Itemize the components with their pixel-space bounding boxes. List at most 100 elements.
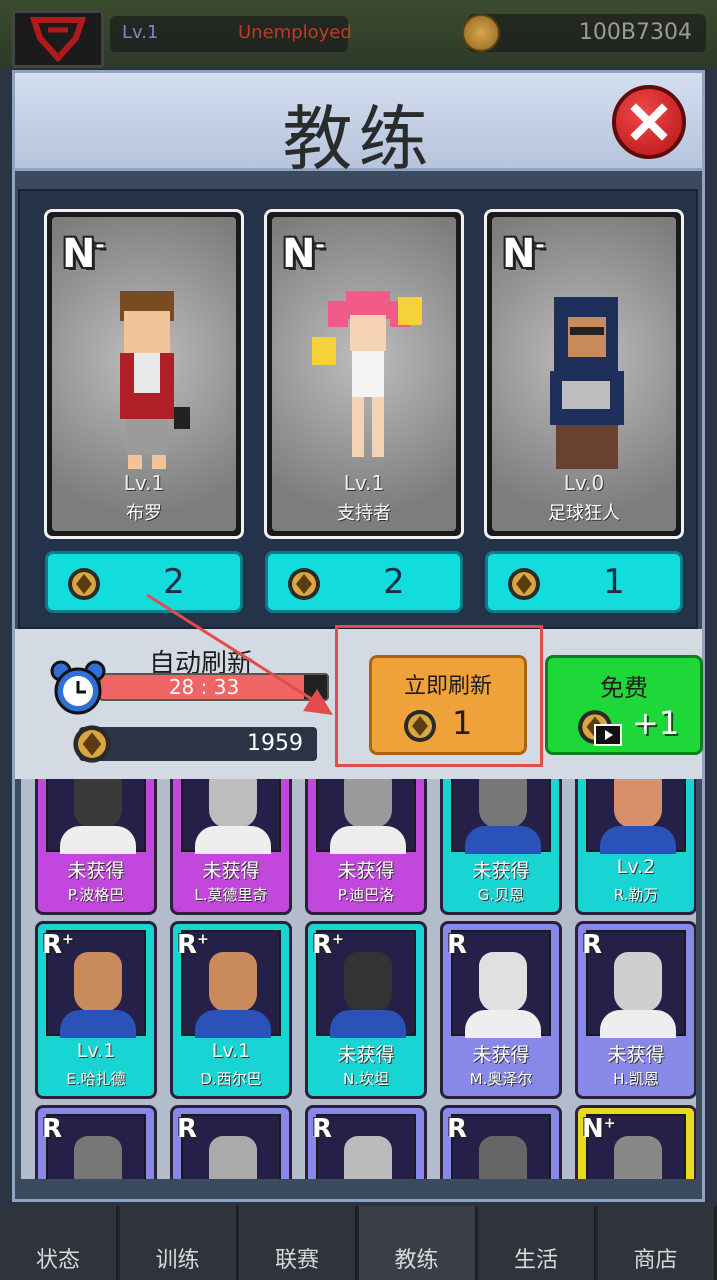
coach-collection-grid: 未获得 P.波格巴 未获得 L.莫德里奇 未获得 P.迪巴洛 未获得 G.贝恩 Lv.2 R.勒万… xyxy=(21,779,696,1179)
player-shoulders xyxy=(600,826,676,854)
player-face xyxy=(614,1136,662,1179)
rarity-badge: R xyxy=(582,930,603,960)
player-portrait xyxy=(586,779,686,854)
tab-0[interactable]: 状态 xyxy=(0,1206,118,1280)
modal-header: 教练 xyxy=(15,73,702,180)
coach-card-1[interactable]: N- Lv.1 布罗 xyxy=(44,209,244,539)
collection-card[interactable]: R+ Lv.1 D.西尔巴 xyxy=(170,921,292,1099)
rarity-badge: R xyxy=(42,1114,63,1144)
collection-card[interactable]: 未获得 P.波格巴 xyxy=(35,779,157,915)
bottom-tab-bar: 状态 训练 联赛 教练 生活 商店 xyxy=(0,1206,717,1280)
collection-card[interactable]: R+ Lv.1 E.哈扎德 xyxy=(35,921,157,1099)
card-player-name: M.奥泽尔 xyxy=(469,1070,533,1088)
video-ad-icon xyxy=(594,724,622,746)
card-status: 未获得 xyxy=(67,860,125,882)
close-button[interactable] xyxy=(612,85,686,159)
collection-card[interactable]: R xyxy=(170,1105,292,1179)
team-logo[interactable] xyxy=(12,10,104,68)
coach-card-2[interactable]: N- Lv.1 支持者 xyxy=(264,209,464,539)
tab-label: 状态 xyxy=(35,1248,80,1273)
collection-card[interactable]: R 未获得 M.奥泽尔 xyxy=(440,921,562,1099)
player-level: Lv.1 xyxy=(122,22,159,43)
tab-label: 联赛 xyxy=(274,1248,319,1273)
player-shoulders xyxy=(195,826,271,854)
coach-offer-area: N- Lv.1 布罗 N- Lv.1 支持者 N- Lv.0 足球狂人 2 2 … xyxy=(18,189,698,629)
player-face xyxy=(74,1136,122,1179)
rarity-badge: R+ xyxy=(177,930,209,960)
cash-pill: 100B7304 xyxy=(462,14,706,52)
coach-level: Lv.1 xyxy=(123,471,165,495)
collection-card[interactable]: N+ xyxy=(575,1105,696,1179)
tab-label: 商店 xyxy=(633,1248,678,1273)
card-player-name: R.勒万 xyxy=(613,886,659,904)
player-face xyxy=(479,1136,527,1179)
collection-card[interactable]: Lv.2 R.勒万 xyxy=(575,779,696,915)
card-status: Lv.2 xyxy=(616,856,656,878)
tab-label: 生活 xyxy=(513,1248,558,1273)
player-face xyxy=(344,779,392,828)
player-face xyxy=(479,779,527,828)
collection-card[interactable]: 未获得 G.贝恩 xyxy=(440,779,562,915)
tab-4[interactable]: 生活 xyxy=(478,1206,596,1280)
card-player-name: H.凯恩 xyxy=(613,1070,659,1088)
card-player-name: L.莫德里奇 xyxy=(194,886,268,904)
card-player-name: P.迪巴洛 xyxy=(337,886,395,904)
cash-value: 100B7304 xyxy=(578,20,692,45)
player-shoulders xyxy=(195,1010,271,1038)
player-shoulders xyxy=(330,1010,406,1038)
player-portrait xyxy=(46,779,146,854)
tab-3[interactable]: 教练 xyxy=(358,1206,477,1280)
card-status: 未获得 xyxy=(607,1044,665,1066)
gold-gem-icon xyxy=(508,568,540,600)
tab-5[interactable]: 商店 xyxy=(597,1206,716,1280)
collection-card[interactable]: R xyxy=(305,1105,427,1179)
rarity-badge: N- xyxy=(502,231,545,277)
player-face xyxy=(74,952,122,1012)
player-face xyxy=(479,952,527,1012)
rarity-badge: R xyxy=(312,1114,333,1144)
tab-label: 训练 xyxy=(155,1248,200,1273)
player-face xyxy=(344,952,392,1012)
hire-coach-3-button[interactable]: 1 xyxy=(485,551,683,613)
rarity-badge: R+ xyxy=(42,930,74,960)
coach-card-3[interactable]: N- Lv.0 足球狂人 xyxy=(484,209,684,539)
player-face xyxy=(344,1136,392,1179)
free-reward: +1 xyxy=(632,704,680,742)
coach-avatar-bro xyxy=(120,291,190,469)
coach-name: 布罗 xyxy=(126,503,162,524)
modal-title: 教练 xyxy=(282,98,435,180)
rarity-badge: N- xyxy=(282,231,325,277)
card-player-name: D.西尔巴 xyxy=(200,1070,262,1088)
collection-card[interactable]: 未获得 L.莫德里奇 xyxy=(170,779,292,915)
rarity-badge: R xyxy=(447,1114,468,1144)
collection-card[interactable]: R 未获得 H.凯恩 xyxy=(575,921,696,1099)
coach-avatar-supporter xyxy=(312,291,422,457)
top-status-bar: Lv.1 Unemployed 100B7304 xyxy=(0,0,717,68)
card-status: 未获得 xyxy=(472,860,530,882)
gem-balance: 1959 xyxy=(247,731,303,756)
tab-1[interactable]: 训练 xyxy=(119,1206,238,1280)
player-shoulders xyxy=(600,1010,676,1038)
collection-card[interactable]: R+ 未获得 N.坎坦 xyxy=(305,921,427,1099)
free-refresh-button[interactable]: 免费 +1 xyxy=(545,655,703,755)
collection-card[interactable]: 未获得 P.迪巴洛 xyxy=(305,779,427,915)
player-shoulders xyxy=(465,1010,541,1038)
collection-card[interactable]: R xyxy=(35,1105,157,1179)
tab-2[interactable]: 联赛 xyxy=(239,1206,357,1280)
rarity-badge: R xyxy=(177,1114,198,1144)
coach-name: 支持者 xyxy=(337,503,391,524)
coach-name: 足球狂人 xyxy=(548,503,620,524)
player-face xyxy=(614,779,662,828)
level-pill: Lv.1 Unemployed xyxy=(110,16,352,52)
collection-card[interactable]: R xyxy=(440,1105,562,1179)
card-status: 未获得 xyxy=(337,1044,395,1066)
alarm-clock-icon xyxy=(50,660,106,715)
player-portrait xyxy=(181,779,281,854)
player-shoulders xyxy=(60,1010,136,1038)
card-status: Lv.1 xyxy=(211,1040,251,1062)
gold-gem-icon xyxy=(68,568,100,600)
gold-coin-icon xyxy=(462,14,500,52)
club-crest-icon xyxy=(29,17,87,62)
card-status: 未获得 xyxy=(337,860,395,882)
player-face xyxy=(209,952,257,1012)
